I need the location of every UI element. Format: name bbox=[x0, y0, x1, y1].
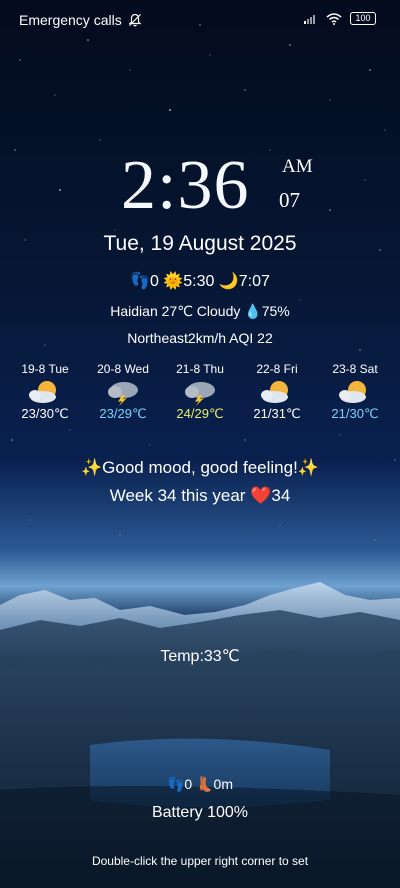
week-count: 34 bbox=[271, 486, 291, 505]
battery-icon: 100 bbox=[350, 12, 376, 25]
humidity-value: 75% bbox=[261, 303, 290, 319]
forecast-day-label: 23-8 Sat bbox=[332, 362, 378, 376]
week-line: Week 34 this year ❤️34 bbox=[0, 486, 400, 506]
forecast-strip: 19-8 Tue 23/30℃ 20-8 Wed 23/29℃ 21-8 Thu… bbox=[0, 362, 400, 427]
footprints-icon: 👣 bbox=[130, 273, 150, 290]
clock-seconds: 07 bbox=[279, 188, 300, 212]
droplet-icon: 💧 bbox=[244, 303, 262, 319]
forecast-day-label: 20-8 Wed bbox=[97, 362, 149, 376]
clock-time: 2:36 bbox=[121, 147, 250, 224]
forecast-day: 21-8 Thu 24/29℃ bbox=[160, 362, 240, 422]
moon-icon: 🌙 bbox=[218, 273, 239, 290]
steps-distance-line: 👣0 👢0m bbox=[0, 776, 400, 793]
thunderstorm-icon bbox=[185, 382, 215, 406]
forecast-temp: 24/29℃ bbox=[176, 406, 224, 421]
partly-cloudy-icon bbox=[261, 381, 288, 403]
weather-location: Haidian 27℃ Cloudy bbox=[110, 303, 245, 319]
forecast-day: 20-8 Wed 23/29℃ bbox=[83, 362, 163, 422]
steps-count: 0 bbox=[149, 273, 159, 290]
partly-cloudy-icon bbox=[339, 381, 366, 403]
forecast-day: 22-8 Fri 21/31℃ bbox=[237, 362, 317, 422]
steps-value: 0 bbox=[184, 776, 193, 792]
forecast-day: 19-8 Tue 23/30℃ bbox=[5, 362, 85, 422]
temperature-text: Temp:33℃ bbox=[160, 648, 240, 665]
signal-icon bbox=[304, 14, 315, 24]
sun-icon: 🌞 bbox=[163, 273, 184, 290]
partly-cloudy-icon bbox=[29, 381, 56, 403]
forecast-day-label: 19-8 Tue bbox=[21, 362, 69, 376]
footprints-icon: 👣 bbox=[166, 776, 185, 792]
thunderstorm-icon bbox=[108, 382, 138, 406]
forecast-temp: 23/29℃ bbox=[99, 406, 147, 421]
boot-icon: 👢 bbox=[196, 776, 214, 792]
status-bar: Emergency calls 100 bbox=[0, 0, 400, 40]
carrier-text: Emergency calls bbox=[19, 12, 122, 28]
forecast-temp: 23/30℃ bbox=[21, 406, 69, 421]
steps-sun-line: 👣0 🌞5:30 🌙7:07 bbox=[0, 271, 400, 291]
weather-summary: Haidian 27℃ Cloudy 💧75% bbox=[0, 303, 400, 320]
mood-text: ✨Good mood, good feeling!✨ bbox=[81, 458, 319, 477]
wifi-icon bbox=[326, 12, 342, 25]
forecast-day-label: 21-8 Thu bbox=[176, 362, 224, 376]
heart-icon: ❤️ bbox=[250, 486, 272, 505]
week-text: Week 34 this year bbox=[109, 486, 251, 505]
forecast-temp: 21/31℃ bbox=[253, 406, 301, 421]
forecast-day: 23-8 Sat 21/30℃ bbox=[315, 362, 395, 422]
sunset-time: 7:07 bbox=[238, 273, 270, 290]
forecast-day-label: 22-8 Fri bbox=[256, 362, 298, 376]
settings-hint: Double-click the upper right corner to s… bbox=[91, 854, 309, 868]
distance-value: 0m bbox=[213, 776, 233, 792]
forecast-temp: 21/30℃ bbox=[331, 406, 379, 421]
date-label: Tue, 19 August 2025 bbox=[103, 232, 297, 255]
wind-aqi: Northeast2km/h AQI 22 bbox=[127, 330, 273, 346]
clock-ampm: AM bbox=[282, 156, 313, 177]
lockscreen-clock: 2:36 AM 07 bbox=[0, 150, 400, 225]
sunrise-time: 5:30 bbox=[183, 273, 215, 290]
battery-text: Battery 100% bbox=[151, 804, 249, 821]
notifications-off-icon bbox=[128, 13, 142, 27]
mountain-landscape bbox=[0, 582, 400, 888]
